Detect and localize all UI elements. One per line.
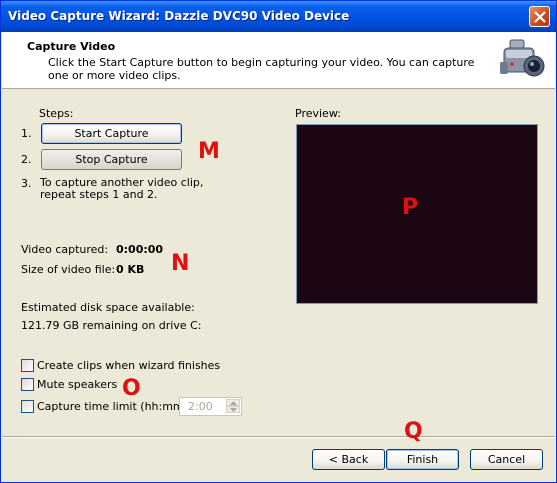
create-clips-option[interactable]: Create clips when wizard finishes [21, 358, 220, 372]
disk-space-value: 121.79 GB remaining on drive C: [21, 319, 202, 332]
time-limit-spinner[interactable]: 2:00 [179, 397, 242, 416]
title-bar[interactable]: Video Capture Wizard: Dazzle DVC90 Video… [1, 1, 556, 32]
marker-o: O [122, 376, 141, 401]
preview-label: Preview: [295, 107, 341, 120]
arrow-down-icon [229, 407, 237, 412]
file-size-value: 0 KB [116, 263, 145, 276]
marker-q: Q [404, 419, 423, 444]
time-limit-option[interactable]: Capture time limit (hh:mm): [21, 399, 192, 413]
create-clips-checkbox[interactable] [21, 358, 34, 372]
page-description: Click the Start Capture button to begin … [48, 56, 475, 82]
wizard-window: Video Capture Wizard: Dazzle DVC90 Video… [0, 0, 557, 483]
time-limit-value: 2:00 [188, 400, 213, 413]
close-button[interactable] [529, 6, 550, 27]
arrow-up-icon [229, 400, 237, 405]
back-button[interactable]: < Back [312, 449, 385, 470]
step-number-3: 3. [21, 177, 32, 190]
marker-n: N [171, 251, 190, 276]
camcorder-icon [500, 39, 545, 77]
window-title: Video Capture Wizard: Dazzle DVC90 Video… [8, 9, 350, 23]
finish-button[interactable]: Finish [386, 449, 459, 470]
video-captured-label: Video captured: [21, 243, 109, 256]
spin-down-button[interactable] [226, 406, 240, 413]
close-icon [534, 11, 546, 23]
mute-speakers-option[interactable]: Mute speakers [21, 377, 117, 391]
create-clips-label: Create clips when wizard finishes [37, 358, 221, 372]
marker-m: M [198, 139, 220, 164]
marker-p: P [402, 195, 419, 220]
stop-capture-button[interactable]: Stop Capture [41, 149, 182, 170]
file-size-label: Size of video file: [21, 263, 116, 276]
step-number-2: 2. [21, 153, 32, 166]
page-title: Capture Video [27, 40, 116, 53]
step-3-text: To capture another video clip, repeat st… [40, 176, 204, 201]
footer-separator [2, 436, 555, 438]
wizard-header: Capture Video Click the Start Capture bu… [2, 32, 555, 89]
spin-up-button[interactable] [226, 399, 240, 406]
disk-space-label: Estimated disk space available: [21, 301, 195, 314]
video-captured-value: 0:00:00 [116, 243, 164, 256]
time-limit-label: Capture time limit (hh:mm): [37, 399, 192, 413]
cancel-button[interactable]: Cancel [470, 449, 543, 470]
mute-speakers-label: Mute speakers [37, 377, 118, 391]
start-capture-button[interactable]: Start Capture [41, 123, 182, 144]
mute-speakers-checkbox[interactable] [21, 377, 34, 391]
time-limit-checkbox[interactable] [21, 399, 34, 413]
steps-label: Steps: [39, 107, 74, 120]
step-number-1: 1. [21, 127, 32, 140]
